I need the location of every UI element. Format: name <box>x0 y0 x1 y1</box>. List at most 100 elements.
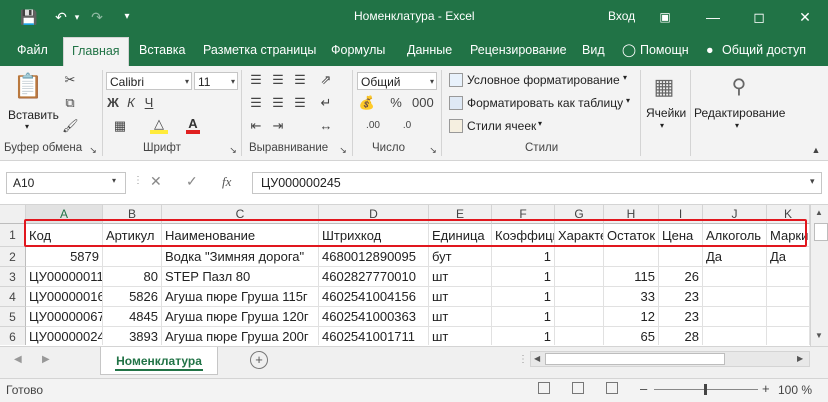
cell[interactable]: 23 <box>659 287 703 307</box>
borders-icon[interactable]: ▦ <box>112 118 128 134</box>
maximize-icon[interactable]: ◻ <box>736 0 782 34</box>
editing-button[interactable]: Редактирование <box>694 106 785 120</box>
zoom-level[interactable]: 100 % <box>778 383 812 397</box>
cell[interactable] <box>703 307 767 327</box>
cell[interactable] <box>555 247 604 267</box>
chevron-down-icon[interactable]: ▾ <box>538 119 542 128</box>
cell[interactable]: ЦУ00000024 <box>26 327 103 345</box>
cell[interactable]: 80 <box>103 267 162 287</box>
cell[interactable]: 65 <box>604 327 659 345</box>
cell[interactable]: Агуша пюре Груша 120г <box>162 307 319 327</box>
tab-page-layout[interactable]: Разметка страницы <box>203 34 316 66</box>
conditional-formatting-button[interactable]: Условное форматирование <box>467 73 620 87</box>
tab-data[interactable]: Данные <box>407 34 452 66</box>
cell[interactable]: Агуша пюре Груша 200г <box>162 327 319 345</box>
format-as-table-icon[interactable] <box>449 96 463 110</box>
cell[interactable]: 5826 <box>103 287 162 307</box>
fill-color-icon[interactable]: △ <box>150 116 168 134</box>
cell[interactable]: 1 <box>492 327 555 345</box>
scroll-up-icon[interactable]: ▲ <box>815 208 823 217</box>
currency-icon[interactable]: 💰 <box>358 95 376 111</box>
redo-icon[interactable]: ↷ <box>88 8 106 26</box>
cell[interactable] <box>555 287 604 307</box>
magnifier-icon[interactable]: ⚲ <box>726 74 752 100</box>
close-icon[interactable]: ✕ <box>782 0 828 34</box>
row-header[interactable]: 2 <box>0 247 26 267</box>
cells-button[interactable]: Ячейки <box>646 106 686 120</box>
tab-home[interactable]: Главная <box>63 37 129 67</box>
page-layout-view-icon[interactable] <box>572 382 584 394</box>
cell[interactable]: 1 <box>492 287 555 307</box>
cell[interactable]: шт <box>429 327 492 345</box>
cell[interactable]: 4602541000363 <box>319 307 429 327</box>
cell[interactable] <box>555 267 604 287</box>
row-header[interactable]: 6 <box>0 327 26 345</box>
normal-view-icon[interactable] <box>538 382 550 394</box>
paste-dropdown-icon[interactable]: ▾ <box>25 122 29 131</box>
alignment-launcher-icon[interactable]: ↘ <box>338 142 348 158</box>
bold-button[interactable]: Ж <box>106 95 120 111</box>
cell[interactable]: Да <box>767 247 810 267</box>
cell[interactable]: 4602827770010 <box>319 267 429 287</box>
wrap-text-icon[interactable]: ↵ <box>318 95 334 111</box>
add-sheet-icon[interactable]: + <box>250 351 268 369</box>
signin-link[interactable]: Вход <box>608 9 635 23</box>
sheet-tab[interactable]: Номенклатура <box>100 347 218 375</box>
cell[interactable]: ЦУ00000016 <box>26 287 103 307</box>
cell[interactable]: шт <box>429 307 492 327</box>
select-all-corner[interactable] <box>0 205 26 224</box>
cell[interactable] <box>703 287 767 307</box>
cell[interactable]: STEP Пазл 80 <box>162 267 319 287</box>
number-launcher-icon[interactable]: ↘ <box>428 142 438 158</box>
decrease-decimal-icon[interactable]: .0 <box>396 118 418 134</box>
minimize-icon[interactable]: — <box>690 0 736 34</box>
cell[interactable]: Водка "Зимняя дорога" <box>162 247 319 267</box>
cell[interactable] <box>767 287 810 307</box>
zoom-in-icon[interactable]: + <box>762 381 770 396</box>
increase-decimal-icon[interactable]: .00 <box>362 118 384 134</box>
chevron-down-icon[interactable]: ▾ <box>660 121 664 130</box>
cell[interactable]: 1 <box>492 247 555 267</box>
cell[interactable]: 115 <box>604 267 659 287</box>
scroll-right-icon[interactable]: ▶ <box>797 354 803 363</box>
row-header[interactable]: 4 <box>0 287 26 307</box>
font-color-icon[interactable]: A <box>186 116 200 134</box>
cells-icon[interactable]: ▦ <box>651 74 677 100</box>
tell-me-box[interactable]: Помощн <box>640 34 689 66</box>
cell[interactable]: 28 <box>659 327 703 345</box>
cell[interactable]: 1 <box>492 307 555 327</box>
align-center-icon[interactable]: ☰ <box>270 95 286 111</box>
scroll-down-icon[interactable]: ▼ <box>815 331 823 340</box>
merge-center-icon[interactable]: ↔ <box>318 118 334 134</box>
cell[interactable]: 5879 <box>26 247 103 267</box>
undo-dropdown-icon[interactable]: ▾ <box>68 8 86 26</box>
font-name-combo[interactable]: Calibri ▾ <box>106 72 192 90</box>
cell[interactable] <box>767 307 810 327</box>
tab-insert[interactable]: Вставка <box>139 34 185 66</box>
font-launcher-icon[interactable]: ↘ <box>228 142 238 158</box>
prev-sheet-icon[interactable]: ◀ <box>14 354 22 365</box>
cell[interactable] <box>604 247 659 267</box>
insert-function-icon[interactable]: fx <box>222 174 231 190</box>
cell[interactable] <box>659 247 703 267</box>
cell[interactable] <box>767 327 810 345</box>
number-format-combo[interactable]: Общий ▾ <box>357 72 437 90</box>
cell[interactable]: 3893 <box>103 327 162 345</box>
cell[interactable]: 12 <box>604 307 659 327</box>
scroll-thumb[interactable] <box>814 223 828 241</box>
tab-formulas[interactable]: Формулы <box>331 34 385 66</box>
copy-icon[interactable]: ⧉ <box>62 95 78 111</box>
horizontal-scrollbar[interactable]: ◀ ▶ <box>530 351 810 367</box>
cell[interactable]: 4602541004156 <box>319 287 429 307</box>
name-box[interactable]: A10 <box>6 172 126 194</box>
cell-styles-icon[interactable] <box>449 119 463 133</box>
cell[interactable] <box>767 267 810 287</box>
row-header[interactable]: 1 <box>0 224 26 247</box>
percent-icon[interactable]: % <box>388 95 404 111</box>
cell[interactable] <box>703 327 767 345</box>
cell[interactable] <box>703 267 767 287</box>
cell[interactable] <box>555 327 604 345</box>
align-left-icon[interactable]: ☰ <box>248 95 264 111</box>
italic-button[interactable]: К <box>124 95 138 111</box>
customize-qat-icon[interactable]: ▾ <box>118 8 136 26</box>
